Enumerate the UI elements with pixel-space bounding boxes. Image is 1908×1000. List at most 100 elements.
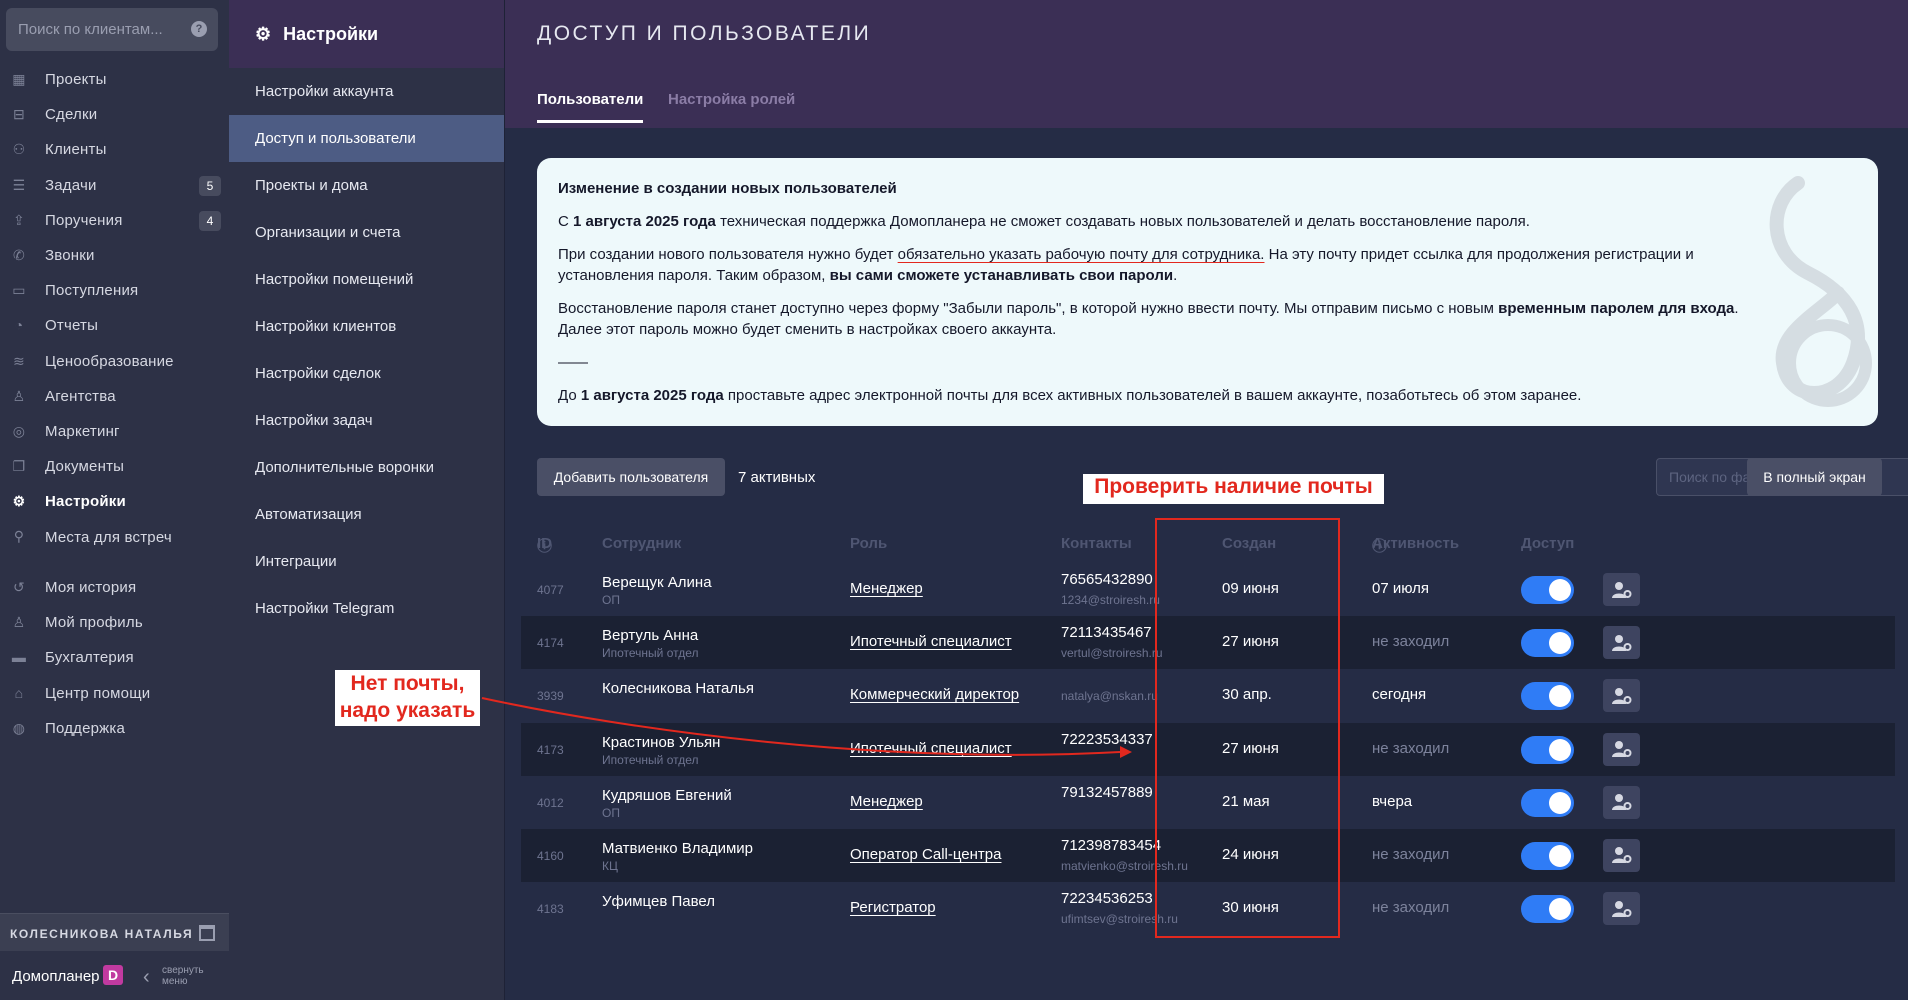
sidebar-item-pin[interactable]: ⚲ Места для встреч: [0, 519, 229, 554]
user-gear-icon: [1611, 794, 1631, 811]
annotation-missing-line1: Нет почты,: [350, 672, 465, 695]
access-toggle[interactable]: [1521, 629, 1574, 658]
notice-p3: Восстановление пароля станет доступно че…: [558, 298, 1758, 340]
settings-menu-item[interactable]: Автоматизация: [229, 491, 504, 538]
user-activity: 07 июля: [1372, 580, 1430, 597]
access-toggle[interactable]: [1521, 682, 1574, 711]
user-id: 4160: [537, 848, 564, 863]
sidebar-item-gear[interactable]: ⚙ Настройки: [0, 484, 229, 519]
notice-heading: Изменение в создании новых пользователей: [558, 180, 897, 197]
settings-menu-item[interactable]: Настройки аккаунта: [229, 68, 504, 115]
user-name[interactable]: Кудряшов Евгений: [602, 787, 732, 804]
pin-icon: ⚲: [13, 528, 25, 545]
user-settings-button[interactable]: [1603, 732, 1640, 766]
grid-icon: ▦: [12, 71, 26, 87]
notice-p4: До 1 августа 2025 года проставьте адрес …: [558, 385, 1758, 406]
sidebar-item-chart[interactable]: ◔ Отчеты: [0, 308, 229, 343]
help-icon[interactable]: ⓘ: [537, 535, 552, 556]
user-name[interactable]: Матвиенко Владимир: [602, 840, 753, 857]
col-employee[interactable]: Сотрудник: [602, 535, 681, 552]
sidebar-item-grid[interactable]: ▦ Проекты: [0, 62, 229, 97]
coins-icon: ≋: [13, 352, 25, 369]
notice-separator: ——: [558, 354, 588, 371]
support-icon: ◍: [12, 719, 26, 736]
settings-menu-item[interactable]: Интеграции: [229, 538, 504, 585]
user-activity: не заходил: [1372, 899, 1450, 917]
sidebar-item-tasks[interactable]: ☰ Задачи 5: [0, 168, 229, 203]
sidebar-item-agency[interactable]: ♙ Агентства: [0, 379, 229, 414]
sidebar-item-wallet[interactable]: ▭ Поступления: [0, 273, 229, 308]
settings-menu-item[interactable]: Доступ и пользователи: [229, 115, 504, 162]
user-settings-button[interactable]: [1603, 892, 1640, 926]
sidebar-item-docs[interactable]: ❐ Документы: [0, 449, 229, 484]
sidebar-item-history[interactable]: ↺ Моя история: [0, 570, 229, 605]
settings-menu-item[interactable]: Настройки задач: [229, 397, 504, 444]
access-toggle[interactable]: [1521, 735, 1574, 764]
current-user-bar[interactable]: КОЛЕСНИКОВА НАТАЛЬЯ: [0, 913, 229, 951]
user-settings-button[interactable]: [1603, 838, 1640, 872]
chevron-left-icon[interactable]: ‹: [143, 966, 150, 989]
help-icon[interactable]: ?: [191, 21, 207, 37]
tab-roles[interactable]: Настройка ролей: [668, 91, 795, 108]
fullscreen-button[interactable]: В полный экран: [1747, 458, 1882, 496]
user-role-link[interactable]: Менеджер: [850, 793, 923, 810]
user-role-link[interactable]: Оператор Call-центра: [850, 846, 1001, 863]
settings-menu-item[interactable]: Дополнительные воронки: [229, 444, 504, 491]
collapse-label-1: свернуть: [162, 965, 204, 976]
settings-menu-item[interactable]: Настройки клиентов: [229, 303, 504, 350]
user-role-link[interactable]: Менеджер: [850, 580, 923, 597]
user-department: Ипотечный отдел: [602, 646, 699, 661]
access-toggle[interactable]: [1521, 788, 1574, 817]
col-access[interactable]: Доступ: [1521, 535, 1574, 552]
brand-logo-icon: D: [103, 965, 123, 985]
sidebar-item-target[interactable]: ◎ Маркетинг: [0, 414, 229, 449]
user-name[interactable]: Уфимцев Павел: [602, 893, 715, 910]
user-department: КЦ: [602, 858, 618, 873]
sidebar-item-users[interactable]: ⚇ Клиенты: [0, 132, 229, 167]
profile-icon: ♙: [12, 614, 26, 631]
user-gear-icon: [1611, 634, 1631, 651]
main-content: ДОСТУП И ПОЛЬЗОВАТЕЛИ Пользователи Настр…: [335, 0, 1908, 1000]
user-role-link[interactable]: Регистратор: [850, 899, 936, 916]
settings-menu-item[interactable]: Настройки помещений: [229, 256, 504, 303]
access-toggle[interactable]: [1521, 576, 1574, 604]
sidebar-item-assign[interactable]: ⇪ Поручения 4: [0, 203, 229, 238]
user-name[interactable]: Верещук Алина: [602, 574, 712, 591]
user-settings-button[interactable]: [1603, 626, 1640, 660]
notice-p2: При создании нового пользователя нужно б…: [558, 244, 1758, 286]
col-role[interactable]: Роль: [850, 535, 887, 552]
client-search-input[interactable]: Поиск по клиентам... ?: [6, 8, 218, 51]
tab-users[interactable]: Пользователи: [537, 91, 644, 123]
settings-menu-item[interactable]: Настройки Telegram: [229, 585, 504, 632]
user-role-link[interactable]: Ипотечный специалист: [850, 633, 1012, 650]
wallet-icon: ▭: [12, 282, 26, 299]
col-contacts[interactable]: Контакты: [1061, 535, 1132, 552]
current-user-name: КОЛЕСНИКОВА НАТАЛЬЯ: [10, 927, 194, 941]
gear-icon: ⚙: [12, 493, 26, 510]
user-name[interactable]: Вертуль Анна: [602, 627, 698, 644]
gear-icon: ⚙: [255, 23, 272, 44]
user-settings-button[interactable]: [1603, 573, 1640, 606]
settings-menu-item[interactable]: Настройки сделок: [229, 350, 504, 397]
collapse-menu-button[interactable]: свернуть меню: [162, 965, 204, 987]
sidebar-item-card[interactable]: ▬ Бухгалтерия: [0, 640, 229, 675]
sidebar-item-hat[interactable]: ⌂ Центр помощи: [0, 676, 229, 711]
add-user-button[interactable]: Добавить пользователя: [537, 458, 725, 496]
user-settings-button[interactable]: [1603, 785, 1640, 819]
sidebar-item-support[interactable]: ◍ Поддержка: [0, 711, 229, 746]
sidebar-item-phone[interactable]: ✆ Звонки: [0, 238, 229, 273]
chart-icon: ◔: [14, 317, 24, 334]
settings-menu-item[interactable]: Проекты и дома: [229, 162, 504, 209]
brand-name: Домопланер: [12, 968, 100, 985]
settings-menu-item[interactable]: Организации и счета: [229, 209, 504, 256]
sidebar-item-label: Сделки: [45, 106, 98, 124]
sidebar-item-coins[interactable]: ≋ Ценообразование: [0, 344, 229, 379]
building-icon[interactable]: [199, 925, 215, 941]
user-settings-button[interactable]: [1603, 679, 1640, 713]
help-icon[interactable]: ⓘ: [1372, 535, 1387, 556]
access-toggle[interactable]: [1521, 841, 1574, 870]
sidebar-item-label: Поступления: [45, 282, 139, 300]
sidebar-item-deals[interactable]: ⊟ Сделки: [0, 97, 229, 132]
sidebar-item-profile[interactable]: ♙ Мой профиль: [0, 605, 229, 640]
access-toggle[interactable]: [1521, 895, 1574, 924]
